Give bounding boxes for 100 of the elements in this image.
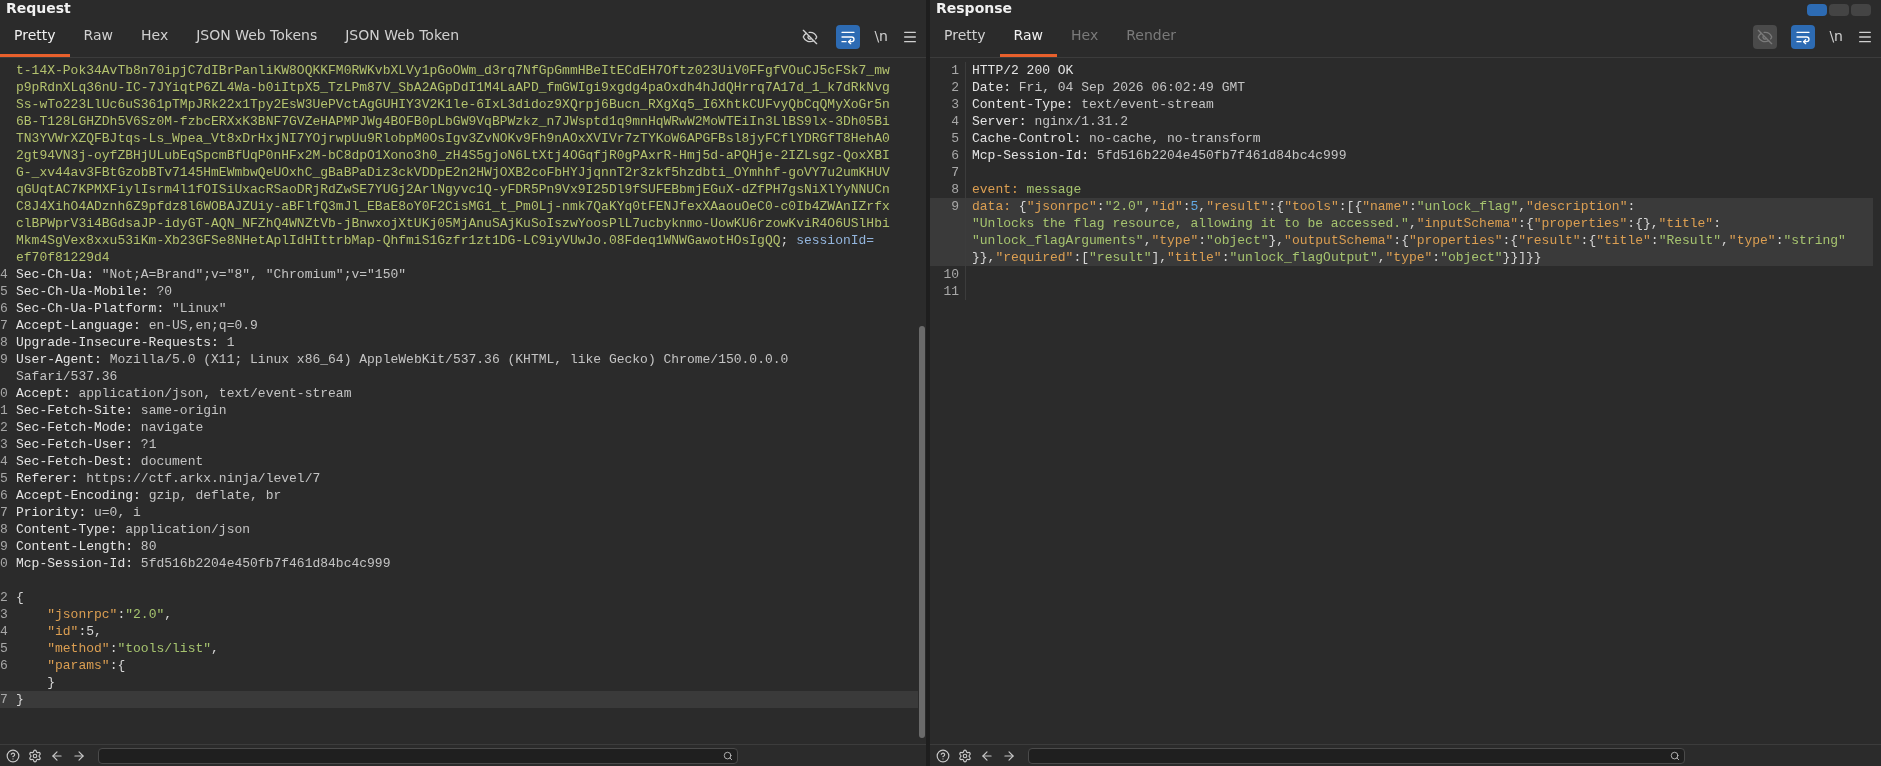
code-line: Date: Fri, 04 Sep 2026 06:02:49 GMT — [972, 79, 1246, 96]
code-line: t-14X-Pok34AvTb8n70ipjC7dIBrPanliKW8OQKKFM0RWKvbXLVy1pGoOWm_d3rq7NfGpGmmHBeItECdEH7Oftz023UiV0FFgfVOuCJ5cFSk7_mw — [16, 62, 890, 79]
code-line: HTTP/2 200 OK — [972, 62, 1074, 79]
search-icon — [1670, 750, 1681, 761]
code-line: Safari/537.36 — [16, 368, 118, 385]
line-number: 3 — [0, 436, 8, 453]
code-line: "id":5, — [46, 623, 102, 640]
scrollbar-thumb[interactable] — [919, 326, 925, 738]
code-line: Upgrade-Insecure-Requests: 1 — [16, 334, 235, 351]
help-icon[interactable] — [936, 748, 950, 763]
tab[interactable]: Raw — [69, 16, 127, 57]
code-line: TN3YVWrXZQFBJtqs-Ls_Wpea_Vt8xDrHxjNI7YOjrwpUu9RlobpM0OsIgv3ZvNOKv9Fh9nAOxXVIVr7zTYKoW6APGFBsl8jyFCflYDRGfT8HehA0 — [16, 130, 890, 147]
code-line: "params":{ — [46, 657, 126, 674]
newline-toggle[interactable]: \n — [874, 26, 888, 47]
line-number: 8 — [0, 334, 8, 351]
wrap-lines-button[interactable] — [1791, 24, 1816, 49]
code-line: Ss-wTo223LlUc6uS361pTMpJRk22x1Tpy2EsW3UePVctAgGUHIY3V2K1le-6IxL3didoz9XQrpj6Bucn_RXgXq5_I6XhtkCUFvyQbCqQMyXoGr5n — [16, 96, 890, 113]
code-line: Accept-Language: en-US,en;q=0.9 — [16, 317, 258, 334]
code-line: "method":"tools/list", — [46, 640, 219, 657]
code-line: } — [46, 674, 55, 691]
code-line: 2gt94VN3j-oyfZBHjULubEqSpcmBfUqP0nHFx2M-bC8dpO1Xono3h0_zH4S5gjoN6LtXtj4OGqfjR0gPAxrR-Hmj5d-aPQHje-2IZLsgz-QoxXBI — [16, 147, 890, 164]
newline-toggle[interactable]: \n — [1829, 26, 1843, 47]
line-number: 6 — [951, 147, 959, 164]
code-line: event: message — [972, 181, 1082, 198]
code-line: Cache-Control: no-cache, no-transform — [972, 130, 1261, 147]
code-line: "jsonrpc":"2.0", — [46, 606, 173, 623]
line-number: 7 — [0, 504, 8, 521]
code-line: Sec-Ch-Ua-Mobile: ?0 — [16, 283, 173, 300]
forward-arrow-icon[interactable] — [1002, 748, 1016, 763]
tab[interactable]: JSON Web Tokens — [182, 16, 332, 57]
code-line: "Unlocks the flag resource, allowing it to be accessed.","inputSchema":{"properties":{},"title": — [972, 215, 1721, 232]
line-number: 9 — [0, 351, 8, 368]
search-field[interactable] — [1028, 747, 1686, 764]
code-line: Referer: https://ctf.arkx.ninja/level/7 — [16, 470, 321, 487]
code-line: Sec-Fetch-Site: same-origin — [16, 402, 227, 419]
code-line: Sec-Fetch-Dest: document — [16, 453, 204, 470]
search-field[interactable] — [98, 747, 738, 764]
line-number: 6 — [0, 300, 8, 317]
code-line: { — [16, 589, 24, 606]
line-number: 9 — [0, 538, 8, 555]
tab[interactable]: JSON Web Token — [331, 16, 473, 57]
line-number: 4 — [951, 113, 959, 130]
code-line: p9pRdnXLq36nU-IC-7JYiqtP6ZL4Wa-b0iItpX5_TzLPm87V_SbA2AGpDdI1M4LaAPD_fmGWIgi9xgdg4paOxdh4hJdQHrrq7A17d_1_k7dRkNvg — [16, 79, 890, 96]
code-line: Sec-Ch-Ua: "Not;A=Brand";v="8", "Chromium";v="150" — [16, 266, 407, 283]
code-line: ef70f81229d4 — [16, 249, 110, 266]
tab[interactable]: Raw — [999, 16, 1057, 57]
code-line: Content-Type: text/event-stream — [972, 96, 1214, 113]
code-line: Priority: u=0, i — [16, 504, 141, 521]
line-number: 7 — [0, 317, 8, 334]
line-number: 8 — [0, 521, 8, 538]
line-number: 6 — [0, 657, 8, 674]
panel-title: Response — [936, 0, 1013, 16]
code-line: Mcp-Session-Id: 5fd516b2204e450fb7f461d84bc4c999 — [16, 555, 391, 572]
panel-title: Request — [6, 0, 71, 16]
line-number: 2 — [0, 419, 8, 436]
code-line: 6B-T128LGHZDh5V6Sz0M-fzbcERXxK3BNF7GVZeHAPMPJWg4BOFB0pLbGW9VqBPWzkz_n7JWsptd1q9mnHqWRwW2MoWTEiIn3LlBS9lx-3Dh05Bi — [16, 113, 890, 130]
code-line: C8J4XihO4ADznh6Z9pfdz8l6WOBAJZUiy-aBFlfQ3mJl_EBaE8oY0F2CisMG1_t_Pm0Lj-nmk7QaKYq0tFENJfexXAaouOeC0-c0Ib4ZWAnIZrfx — [16, 198, 890, 215]
code-line: qGUqtAC7KPMXFiylIsrm4l1fOISiUxacRSaoDRjRdZwSE7YUGj2ArlNgyvc1Q-yFDR5Pn9Vx9I25Dl9fSUFEBbmjEGuX-dZfPH7gsNiXlYyNNUCn — [16, 181, 890, 198]
line-number: 8 — [951, 181, 959, 198]
tab[interactable]: Pretty — [0, 16, 70, 57]
settings-icon[interactable] — [958, 748, 972, 763]
code-line: Content-Length: 80 — [16, 538, 157, 555]
line-number: 3 — [0, 606, 8, 623]
code-line: Sec-Fetch-Mode: navigate — [16, 419, 204, 436]
code-line: clBPWprV3i4BGdsaJP-idyGT-AQN_NFZhQ4WNZtVb-jBnwxojXtUKj05MjAnuSAjKuSoIszwYoosPlL7ucbyknmo-UowKU6rzowKviR4O6USlHbi — [16, 215, 890, 232]
code-line: } — [16, 691, 24, 708]
code-line: Mcp-Session-Id: 5fd516b2204e450fb7f461d84bc4c999 — [972, 147, 1347, 164]
line-number: 1 — [951, 62, 959, 79]
line-number: 11 — [943, 283, 959, 300]
line-number: 5 — [0, 640, 8, 657]
line-number: 5 — [951, 130, 959, 147]
search-icon — [722, 750, 733, 761]
line-number: 2 — [951, 79, 959, 96]
tab[interactable]: Hex — [127, 16, 183, 57]
code-line: "unlock_flagArguments","type":"object"},"outputSchema":{"properties":{"result":{"title":"Result","type":"string" — [972, 232, 1846, 249]
code-line: Server: nginx/1.31.2 — [972, 113, 1129, 130]
code-line: G-_xv44av3FBtGzobBTv7145HmEWmbwQeUOxhC_gBaBPaDiz3ckVDDpE2n2HWjOXB2coFbHYJjqnnT2r3zkf5hzdbti_OYmhhf-goVY7u2umKHUV — [16, 164, 890, 181]
line-number: 2 — [0, 589, 8, 606]
help-icon[interactable] — [6, 748, 20, 763]
line-number: 5 — [0, 470, 8, 487]
wrap-lines-button[interactable] — [836, 24, 861, 49]
line-number: 1 — [0, 402, 8, 419]
code-line: Sec-Ch-Ua-Platform: "Linux" — [16, 300, 227, 317]
code-line: data: {"jsonrpc":"2.0","id":5,"result":{"tools":[{"name":"unlock_flag","description": — [972, 198, 1636, 215]
tab[interactable]: Pretty — [930, 16, 1000, 57]
code-line: Accept: application/json, text/event-stream — [16, 385, 352, 402]
line-number: 4 — [0, 453, 8, 470]
settings-icon[interactable] — [28, 748, 42, 763]
code-line: }},"required":["result"],"title":"unlock_flagOutput","type":"object"}}]}} — [972, 249, 1542, 266]
code-line: User-Agent: Mozilla/5.0 (X11; Linux x86_64) AppleWebKit/537.36 (KHTML, like Gecko) Chrome/150.0.0.0 — [16, 351, 789, 368]
line-number: 0 — [0, 385, 8, 402]
line-number: 4 — [0, 623, 8, 640]
line-number: 7 — [0, 691, 8, 708]
line-number: 3 — [951, 96, 959, 113]
line-number: 6 — [0, 487, 8, 504]
line-number: 7 — [951, 164, 959, 181]
line-number: 10 — [943, 266, 959, 283]
line-number: 0 — [0, 555, 8, 572]
code-line: Content-Type: application/json — [16, 521, 251, 538]
code-line: Sec-Fetch-User: ?1 — [16, 436, 157, 453]
